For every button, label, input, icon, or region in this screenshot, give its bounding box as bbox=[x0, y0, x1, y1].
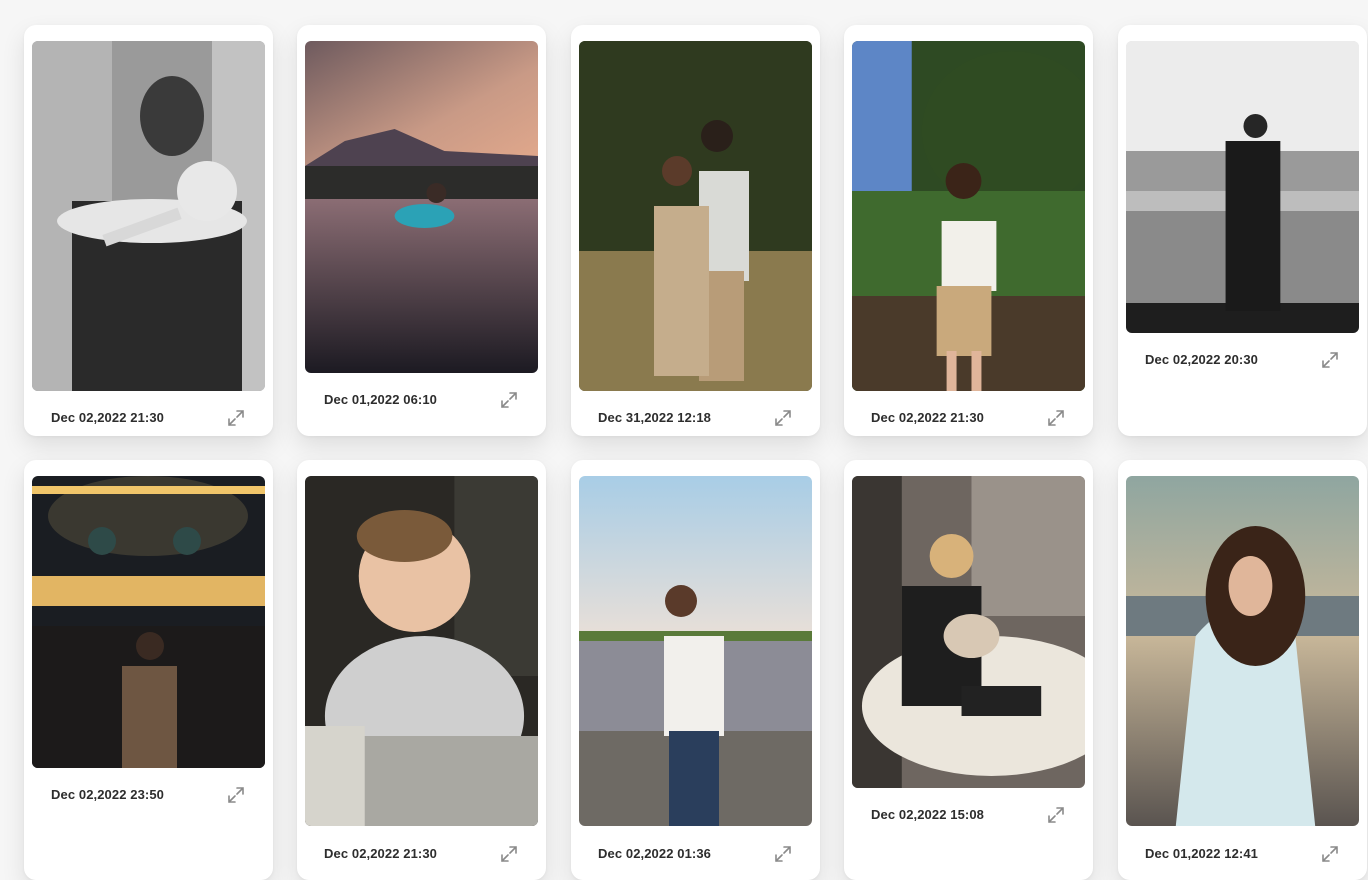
photo-card[interactable]: Dec 02,2022 21:30 bbox=[297, 460, 546, 880]
photo-date: Dec 01,2022 12:41 bbox=[1145, 846, 1259, 861]
photo-card[interactable]: Dec 02,2022 01:36 bbox=[571, 460, 820, 880]
photo-card[interactable]: Dec 02,2022 20:30 bbox=[1118, 25, 1367, 436]
expand-icon[interactable] bbox=[773, 408, 793, 428]
expand-icon[interactable] bbox=[499, 844, 519, 864]
expand-icon[interactable] bbox=[1046, 805, 1066, 825]
photo-date: Dec 31,2022 12:18 bbox=[598, 410, 712, 425]
photo-date: Dec 02,2022 01:36 bbox=[598, 846, 712, 861]
photo-card[interactable]: Dec 02,2022 21:30 bbox=[24, 25, 273, 436]
photo-card[interactable]: Dec 01,2022 06:10 bbox=[297, 25, 546, 436]
photo-thumbnail[interactable] bbox=[32, 476, 265, 768]
photo-thumbnail[interactable] bbox=[852, 476, 1085, 788]
photo-date: Dec 01,2022 06:10 bbox=[324, 392, 438, 407]
photo-card[interactable]: Dec 02,2022 21:30 bbox=[844, 25, 1093, 436]
photo-thumbnail[interactable] bbox=[579, 476, 812, 826]
photo-date: Dec 02,2022 21:30 bbox=[324, 846, 438, 861]
photo-thumbnail[interactable] bbox=[852, 41, 1085, 391]
expand-icon[interactable] bbox=[499, 390, 519, 410]
photo-thumbnail[interactable] bbox=[579, 41, 812, 391]
photo-date: Dec 02,2022 23:50 bbox=[51, 787, 165, 802]
photo-card[interactable]: Dec 31,2022 12:18 bbox=[571, 25, 820, 436]
expand-icon[interactable] bbox=[1320, 350, 1340, 370]
expand-icon[interactable] bbox=[226, 408, 246, 428]
photo-date: Dec 02,2022 21:30 bbox=[51, 410, 165, 425]
photo-thumbnail[interactable] bbox=[305, 41, 538, 373]
photo-thumbnail[interactable] bbox=[32, 41, 265, 391]
photo-thumbnail[interactable] bbox=[305, 476, 538, 826]
photo-card[interactable]: Dec 02,2022 23:50 bbox=[24, 460, 273, 880]
expand-icon[interactable] bbox=[1320, 844, 1340, 864]
photo-card[interactable]: Dec 02,2022 15:08 bbox=[844, 460, 1093, 880]
expand-icon[interactable] bbox=[1046, 408, 1066, 428]
photo-thumbnail[interactable] bbox=[1126, 476, 1359, 826]
photo-card[interactable]: Dec 01,2022 12:41 bbox=[1118, 460, 1367, 880]
photo-thumbnail[interactable] bbox=[1126, 41, 1359, 333]
photo-date: Dec 02,2022 21:30 bbox=[871, 410, 985, 425]
expand-icon[interactable] bbox=[773, 844, 793, 864]
photo-date: Dec 02,2022 15:08 bbox=[871, 807, 985, 822]
photo-date: Dec 02,2022 20:30 bbox=[1145, 352, 1259, 367]
expand-icon[interactable] bbox=[226, 785, 246, 805]
